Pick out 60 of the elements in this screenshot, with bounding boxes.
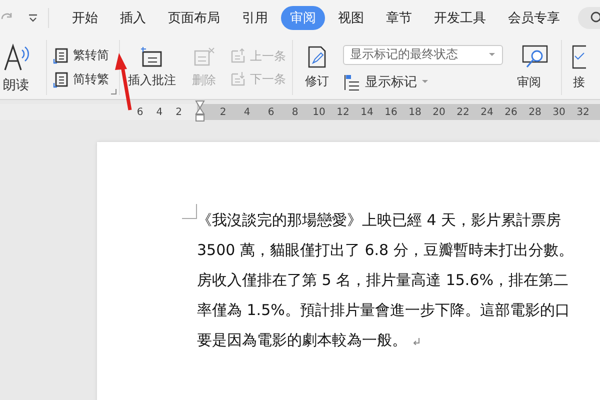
comment-icon <box>140 46 164 68</box>
ruler-number: 6 <box>266 106 276 118</box>
dialog-launcher-icon <box>111 89 117 95</box>
caret-icon <box>488 52 496 57</box>
ruler-number: 32 <box>576 106 590 118</box>
ruler-number: 16 <box>384 106 398 118</box>
ribbon-tab[interactable]: 插入 <box>111 6 155 30</box>
ruler-number: 30 <box>552 106 566 118</box>
ruler-number: 2 <box>218 106 228 118</box>
search-button[interactable] <box>578 7 600 29</box>
indent-marker-icon[interactable] <box>195 100 205 122</box>
ribbon-tab[interactable]: 开始 <box>63 6 107 30</box>
search-icon <box>588 11 600 25</box>
magnifier-icon <box>522 44 548 70</box>
caret-icon <box>421 79 429 84</box>
character-convert-icon <box>53 46 69 64</box>
markup-dropdown[interactable]: 显示标记的最终状态 <box>343 44 503 64</box>
ribbon-tab[interactable]: 页面布局 <box>159 6 229 30</box>
ruler-number: 28 <box>528 106 542 118</box>
traditional-to-simplified-button[interactable]: 繁转简 <box>53 46 109 64</box>
insert-comment-button[interactable]: 插入批注 <box>126 46 178 89</box>
ruler-number: 24 <box>480 106 494 118</box>
ribbon-tab[interactable]: 视图 <box>329 6 373 30</box>
paragraph-line: 房收入僅排在了第 5 名，排片量高達 15.6%，排在第二 <box>197 270 568 291</box>
character-convert-icon <box>53 70 69 88</box>
ruler-number: 6 <box>136 106 144 118</box>
ruler-number: 26 <box>504 106 518 118</box>
ruler-number: 4 <box>242 106 252 118</box>
ruler-number: 20 <box>432 106 446 118</box>
ruler-number: 22 <box>456 106 470 118</box>
ribbon-tab[interactable]: 会员专享 <box>499 6 569 30</box>
paragraph-line: 3500 萬，貓眼僅打出了 6.8 分，豆瓣暫時未打出分數。 <box>197 240 574 261</box>
ribbon-tab[interactable]: 章节 <box>377 6 421 30</box>
simplified-to-traditional-button[interactable]: 简转繁 <box>53 70 109 88</box>
track-changes-button[interactable]: 修订 <box>303 45 331 90</box>
arrow-down-page-icon <box>230 71 246 87</box>
ruler-number: 4 <box>156 106 163 118</box>
paragraph-line: 要是因為電影的劇本較為一般。 <box>197 325 421 355</box>
accept-button[interactable]: 接 <box>570 44 588 91</box>
ruler-number: 12 <box>336 106 350 118</box>
caret-icon <box>28 13 38 23</box>
speaker-letter-icon <box>2 42 30 72</box>
ruler-number: 18 <box>408 106 422 118</box>
pencil-document-icon <box>307 45 327 69</box>
paragraph-mark-icon <box>413 337 421 345</box>
ruler-number: 2 <box>176 106 182 118</box>
check-document-icon <box>572 44 586 70</box>
ruler-number: 8 <box>290 106 300 118</box>
comment-delete-icon <box>193 46 215 68</box>
review-button[interactable]: 审阅 <box>515 44 555 91</box>
paragraph-line: 率僅為 1.5%。預計排片量會進一步下降。這部電影的口 <box>197 300 570 321</box>
ribbon-tab[interactable]: 开发工具 <box>425 6 495 30</box>
ruler-number: 10 <box>312 106 326 118</box>
arrow-up-page-icon <box>230 48 246 64</box>
read-aloud-button[interactable]: 朗读 <box>0 42 32 94</box>
flag-list-icon <box>343 72 361 90</box>
show-markup-button[interactable]: 显示标记 <box>343 72 503 90</box>
paragraph-line: 《我沒談完的那場戀愛》上映已經 4 天，影片累計票房 <box>197 210 562 231</box>
ribbon-tab[interactable]: 引用 <box>233 6 277 30</box>
ruler-number: 14 <box>360 106 374 118</box>
